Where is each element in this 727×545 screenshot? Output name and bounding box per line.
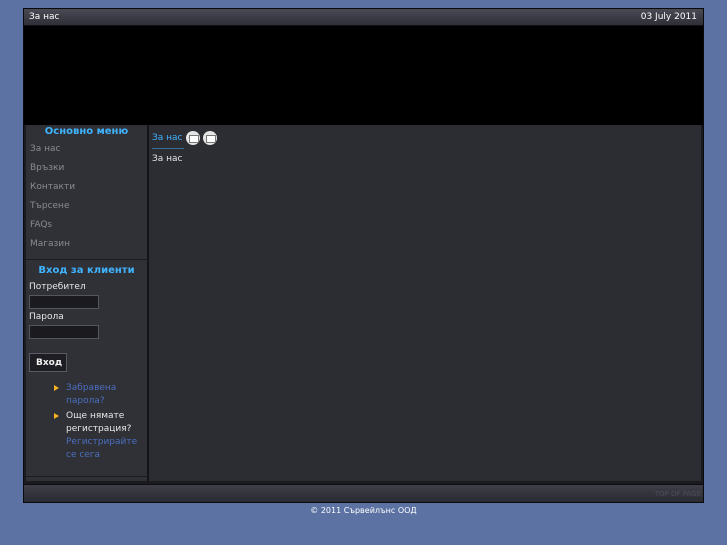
page-container: За нас 03 July 2011 Основно меню За нас … <box>24 9 703 502</box>
content-title[interactable]: За нас <box>152 133 183 143</box>
current-date: 03 July 2011 <box>640 12 697 22</box>
forgot-password-link[interactable]: Забравена парола? <box>66 383 116 406</box>
page-title: За нас <box>29 12 60 22</box>
arrow-bullet-icon <box>54 385 59 391</box>
content-body: За нас <box>152 154 183 164</box>
left-sidebar: Основно меню За нас Връзки Контакти Търс… <box>26 125 149 481</box>
username-input[interactable] <box>29 295 99 309</box>
menu-item-links[interactable]: Връзки <box>26 159 147 178</box>
top-of-page-link[interactable]: TOP OF PAGE <box>655 490 701 498</box>
top-bar: За нас 03 July 2011 <box>24 9 703 26</box>
sidebar-bottom-divider <box>26 476 147 477</box>
no-account-text: Още нямате регистрация? <box>66 411 132 434</box>
menu-divider <box>26 259 147 260</box>
list-item: Още нямате регистрация? Регистрирайте се… <box>54 410 144 462</box>
password-input[interactable] <box>29 325 99 339</box>
title-underline <box>152 148 184 149</box>
menu-item-search[interactable]: Търсене <box>26 197 147 216</box>
menu-item-faqs[interactable]: FAQs <box>26 216 147 235</box>
list-item: Забравена парола? <box>54 382 144 408</box>
arrow-bullet-icon <box>54 413 59 419</box>
header-banner <box>24 26 703 125</box>
register-link[interactable]: Регистрирайте се сега <box>66 437 137 460</box>
username-label: Потребител <box>29 282 86 292</box>
bottom-bar: TOP OF PAGE <box>24 484 703 502</box>
main-menu-heading: Основно меню <box>44 126 129 137</box>
menu-item-about[interactable]: За нас <box>26 140 147 159</box>
main-content: За нас За нас <box>149 125 701 481</box>
menu-item-contacts[interactable]: Контакти <box>26 178 147 197</box>
login-heading: Вход за клиенти <box>38 265 135 276</box>
login-links: Забравена парола? Още нямате регистрация… <box>54 382 144 462</box>
pdf-icon[interactable] <box>185 131 200 145</box>
content-header: За нас <box>152 130 217 146</box>
print-icon[interactable] <box>202 131 217 145</box>
login-button[interactable]: Вход <box>29 353 67 372</box>
footer-copyright: © 2011 Сървейлънс ООД <box>310 506 417 515</box>
password-label: Парола <box>29 312 64 322</box>
menu-item-shop[interactable]: Магазин <box>26 235 147 254</box>
